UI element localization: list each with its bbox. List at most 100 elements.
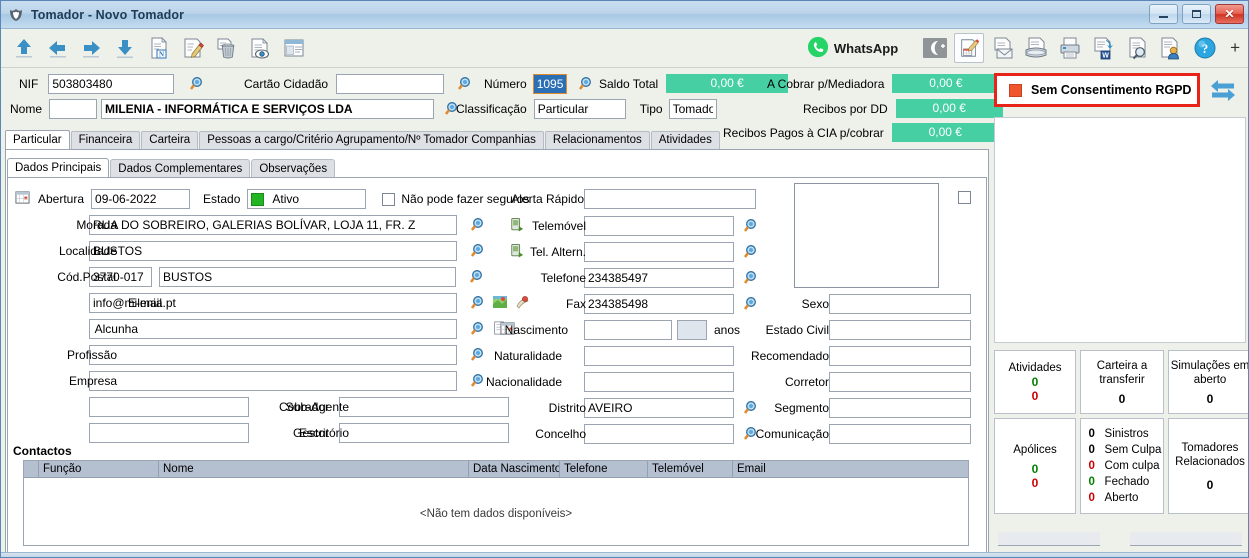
telemovel-input[interactable] <box>584 216 734 236</box>
estado-select[interactable]: Ativo <box>247 189 367 209</box>
whatsapp-button[interactable]: WhatsApp <box>807 36 898 61</box>
empresa-input[interactable] <box>89 371 457 391</box>
help-question-icon[interactable]: ? <box>1190 33 1220 63</box>
arrow-left-icon[interactable] <box>43 33 73 63</box>
comunicacao-input[interactable] <box>829 424 971 444</box>
delete-trash-icon[interactable] <box>212 33 242 63</box>
tab-dados-complementares[interactable]: Dados Complementares <box>110 159 251 178</box>
nif-input[interactable] <box>48 74 175 94</box>
new-document-icon[interactable]: N <box>144 33 174 63</box>
tile-tomadores-value: 0 <box>1206 477 1214 492</box>
telefone-search-icon[interactable] <box>742 270 758 286</box>
tab-particular[interactable]: Particular <box>5 130 70 149</box>
segmento-input[interactable] <box>829 398 971 418</box>
tile-carteira-transferir[interactable]: Carteira a transferir 0 <box>1080 350 1164 414</box>
moon-night-icon[interactable] <box>920 33 950 63</box>
primary-tabs: Particular Financeira Carteira Pessoas a… <box>5 130 989 149</box>
anos-value <box>677 320 707 340</box>
nome-prefix-input[interactable] <box>49 99 98 119</box>
rgpd-status-badge[interactable]: Sem Consentimento RGPD <box>994 73 1200 107</box>
cartao-cidadao-search-icon[interactable] <box>456 76 472 92</box>
email-label: E-mail <box>127 296 162 310</box>
tile-tomadores-relacionados[interactable]: Tomadores Relacionados 0 <box>1168 418 1248 514</box>
add-more-button[interactable]: + <box>1230 38 1240 58</box>
nascimento-label: Nascimento <box>504 323 569 337</box>
telemovel-label: Telemóvel <box>531 219 586 233</box>
estado-civil-input[interactable] <box>829 320 971 340</box>
nao-pode-fazer-seguros-checkbox[interactable] <box>382 192 396 206</box>
grid-col-nome[interactable]: Nome <box>159 461 469 477</box>
sinistros-aberto-label: Aberto <box>1104 492 1139 504</box>
edit-document-icon[interactable] <box>178 33 208 63</box>
tipo-input[interactable] <box>668 99 717 119</box>
nascimento-input[interactable] <box>584 320 672 340</box>
tile-tomadores-title: Tomadores Relacionados <box>1175 441 1245 468</box>
tile-sinistros[interactable]: 0 Sinistros 0 Sem Culpa 0 Com culpa 0 Fe… <box>1080 418 1164 514</box>
tab-atividades[interactable]: Atividades <box>650 131 720 149</box>
tab-financeira[interactable]: Financeira <box>70 131 141 149</box>
nome-input[interactable] <box>101 99 435 119</box>
tile-atividades[interactable]: Atividades 0 0 <box>994 350 1076 414</box>
telemovel-search-icon[interactable] <box>742 218 758 234</box>
naturalidade-label: Naturalidade <box>493 349 562 363</box>
sync-refresh-icon[interactable] <box>1208 77 1238 106</box>
export-word-icon[interactable]: W <box>1089 33 1119 63</box>
minimize-button[interactable] <box>1149 4 1178 24</box>
sexo-input[interactable] <box>829 294 971 314</box>
tile-simulacoes-aberto[interactable]: Simulações em aberto 0 <box>1168 350 1248 414</box>
close-button[interactable]: ✕ <box>1215 4 1244 24</box>
tile-apolices[interactable]: Apólices 0 0 <box>994 418 1076 514</box>
tab-carteira[interactable]: Carteira <box>141 131 199 149</box>
tab-dados-principais[interactable]: Dados Principais <box>7 158 110 178</box>
arrow-down-icon[interactable] <box>110 33 140 63</box>
email-envelope-icon[interactable] <box>988 33 1018 63</box>
document-user-icon[interactable] <box>1157 33 1187 63</box>
alerta-rapido-input[interactable] <box>584 189 756 209</box>
morada-input[interactable] <box>89 215 457 235</box>
grid-col-telefone[interactable]: Telefone <box>560 461 648 477</box>
cartao-cidadao-input[interactable] <box>336 74 445 94</box>
recomendado-input[interactable] <box>829 346 971 366</box>
numero-input[interactable] <box>532 74 567 94</box>
window-controls: ✕ <box>1149 4 1244 24</box>
calendar-edit-icon[interactable] <box>953 33 984 63</box>
grid-col-funcao[interactable]: Função <box>39 461 159 477</box>
tile-atividades-red: 0 <box>1031 389 1039 403</box>
alcunha-input[interactable] <box>89 319 457 339</box>
photo-checkbox[interactable] <box>958 191 971 204</box>
telefone-input[interactable] <box>584 268 734 288</box>
printer-icon[interactable] <box>1055 33 1085 63</box>
classificacao-input[interactable] <box>533 99 626 119</box>
tab-pessoas-a-cargo[interactable]: Pessoas a cargo/Critério Agrupamento/Nº … <box>199 131 544 149</box>
sinistros-row-aberto: 0 Aberto <box>1089 491 1139 505</box>
tel-altern-input[interactable] <box>584 242 734 262</box>
concelho-label: Concelho <box>535 427 586 441</box>
maximize-button[interactable] <box>1182 4 1211 24</box>
nif-label: NIF <box>19 77 39 91</box>
tel-altern-search-icon[interactable] <box>742 244 758 260</box>
arrow-up-icon[interactable] <box>9 33 39 63</box>
numero-label: Número <box>484 77 527 91</box>
abertura-input[interactable] <box>91 189 191 209</box>
profissao-input[interactable] <box>89 345 457 365</box>
photo-placeholder[interactable] <box>794 183 939 288</box>
main-toolbar: N WhatsApp W ? + <box>1 29 1248 68</box>
scanner-icon[interactable] <box>1021 33 1051 63</box>
arrow-right-icon[interactable] <box>77 33 107 63</box>
view-document-icon[interactable] <box>245 33 275 63</box>
grid-col-data-nascimento[interactable]: Data Nascimento <box>469 461 560 477</box>
grid-col-telemovel[interactable]: Telemóvel <box>648 461 733 477</box>
localidade-input[interactable] <box>89 241 457 261</box>
nif-search-icon[interactable] <box>188 76 204 92</box>
cod-postal-localidade-input[interactable] <box>159 267 456 287</box>
tab-observacoes[interactable]: Observações <box>251 159 336 178</box>
numero-search-icon[interactable] <box>577 76 593 92</box>
list-report-icon[interactable] <box>279 33 309 63</box>
fax-input[interactable] <box>584 294 734 314</box>
document-search-icon[interactable] <box>1123 33 1153 63</box>
grid-col-email[interactable]: Email <box>733 461 968 477</box>
alerta-rapido-label: Alerta Rápido <box>511 192 584 206</box>
corretor-input[interactable] <box>829 372 971 392</box>
tab-relacionamentos[interactable]: Relacionamentos <box>544 131 650 149</box>
sinistros-row-com-culpa: 0 Com culpa <box>1089 459 1160 473</box>
